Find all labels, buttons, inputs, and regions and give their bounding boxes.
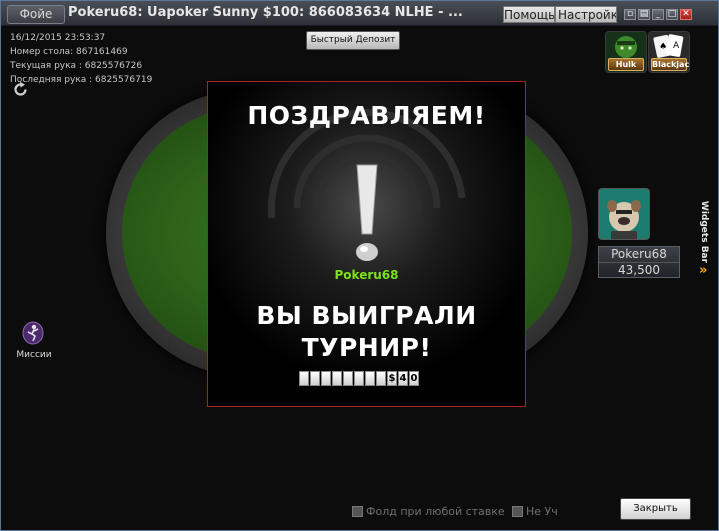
last-hand: Последняя рука : 6825576719	[10, 75, 153, 85]
fold-any-bet-label: Фолд при любой ставке	[366, 505, 505, 518]
title-bar: Фойе Pokeru68: Uapoker Sunny $100: 86608…	[1, 1, 718, 26]
datetime: 16/12/2015 23:53:37	[10, 33, 106, 43]
prize-digit-cell	[299, 371, 309, 386]
win-message-line2: ТУРНИР!	[301, 333, 432, 362]
expand-arrow-icon[interactable]: »	[699, 263, 707, 278]
hulk-game-label: Hulk	[608, 58, 644, 71]
minimize-icon[interactable]: _	[652, 9, 664, 20]
prize-digit-cell: 4	[398, 371, 408, 386]
missions-label: Миссии	[16, 350, 52, 360]
table-number: Номер стола: 867161469	[10, 47, 128, 57]
blackjack-game-button[interactable]: ♠ A Blackjack	[648, 31, 690, 73]
settings-menu-button[interactable]: Настройки	[555, 6, 617, 23]
player-nameplate: Pokeru68 43,500	[598, 246, 680, 278]
player-name: Pokeru68	[599, 247, 679, 263]
widgets-bar[interactable]: Widgets Bar »	[697, 197, 711, 287]
widgets-bar-label: Widgets Bar	[699, 200, 709, 264]
prize-digit-cell	[332, 371, 342, 386]
fold-any-bet-checkbox[interactable]	[352, 506, 363, 517]
player-stack: 43,500	[618, 263, 660, 277]
missions-icon[interactable]	[22, 321, 44, 345]
svg-text:A: A	[673, 41, 680, 51]
prize-digit-cell: 0	[409, 371, 419, 386]
bulldog-avatar-icon	[599, 189, 649, 239]
restore-icon[interactable]: ▫	[624, 9, 636, 20]
hulk-game-button[interactable]: Hulk	[605, 31, 647, 73]
winner-name: Pokeru68	[334, 268, 399, 282]
win-message-line1: ВЫ ВЫИГРАЛИ	[256, 301, 477, 330]
layout-icon[interactable]: ▤	[638, 9, 650, 20]
prize-digit-cell	[343, 371, 353, 386]
close-button[interactable]: Закрыть	[620, 498, 691, 520]
blackjack-game-label: Blackjack	[651, 58, 690, 71]
prize-digit-cell	[354, 371, 364, 386]
sit-out-option[interactable]: Не Уч	[512, 505, 558, 518]
win-message: ВЫ ВЫИГРАЛИ ТУРНИР!	[208, 300, 525, 364]
quick-deposit-button[interactable]: Быстрый Депозит	[306, 31, 400, 50]
sit-out-label: Не Уч	[526, 505, 558, 518]
prize-counter: $4 0	[299, 371, 420, 388]
congratulations-popup: ПОЗДРАВЛЯЕМ! Pokeru68 ВЫ ВЫИГРАЛИ ТУРНИР…	[207, 81, 526, 407]
current-hand: Текущая рука : 6825576726	[10, 61, 143, 71]
prize-digit-cell: $	[387, 371, 397, 386]
refresh-icon[interactable]	[12, 81, 29, 98]
prize-digit-cell	[376, 371, 386, 386]
popup-title: ПОЗДРАВЛЯЕМ!	[247, 101, 486, 130]
player-avatar[interactable]	[598, 188, 650, 240]
prize-digit-cell	[365, 371, 375, 386]
prize-digit-cell	[321, 371, 331, 386]
help-menu-button[interactable]: Помощь	[503, 6, 555, 23]
table-info: 16/12/2015 23:53:37 Номер стола: 8671614…	[10, 31, 152, 87]
lobby-tab[interactable]: Фойе	[7, 5, 65, 24]
sit-out-checkbox[interactable]	[512, 506, 523, 517]
close-icon[interactable]: ✕	[680, 9, 692, 20]
window-title: Pokeru68: Uapoker Sunny $100: 866083634 …	[68, 5, 463, 20]
prize-digit-cell	[310, 371, 320, 386]
poker-table-window: Фойе Pokeru68: Uapoker Sunny $100: 86608…	[0, 0, 719, 531]
fold-any-bet-option[interactable]: Фолд при любой ставке	[352, 505, 505, 518]
maximize-icon[interactable]: □	[666, 9, 678, 20]
svg-text:♠: ♠	[659, 42, 667, 52]
